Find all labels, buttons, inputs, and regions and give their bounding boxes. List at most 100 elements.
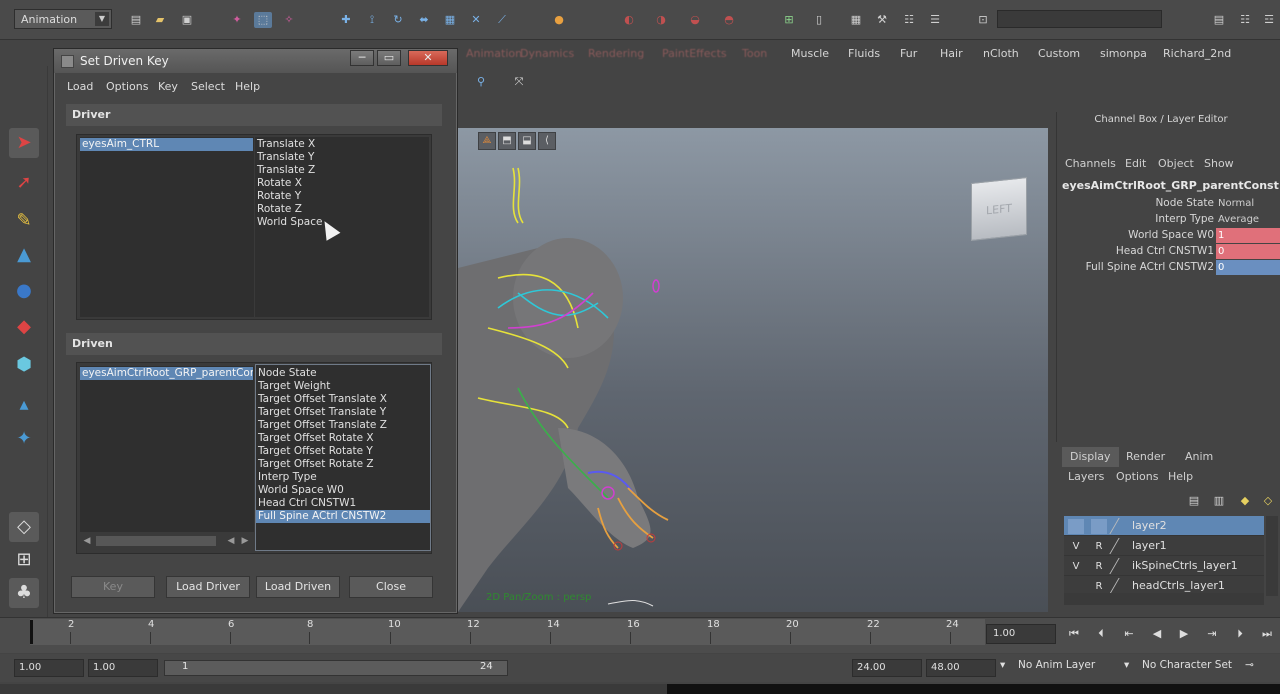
- render-settings-icon[interactable]: ◑: [652, 12, 670, 28]
- channel-row[interactable]: Full Spine ACtrl CNSTW2 0: [1062, 260, 1280, 276]
- wireframe-icon[interactable]: ⬒: [498, 132, 516, 150]
- layer-move-down-icon[interactable]: ◇: [1259, 493, 1277, 509]
- tab-render[interactable]: Render: [1118, 447, 1173, 467]
- attribute-editor-icon[interactable]: ▯: [810, 12, 828, 28]
- channel-box-icon[interactable]: ☷: [900, 12, 918, 28]
- new-scene-icon[interactable]: ▤: [127, 12, 145, 28]
- shelf-tab-custom[interactable]: Custom: [1038, 47, 1080, 60]
- chevron-down-icon[interactable]: ▾: [1000, 659, 1005, 671]
- layer-reference-toggle[interactable]: R: [1091, 579, 1107, 594]
- menu-help[interactable]: Help: [1168, 470, 1193, 483]
- shelf-tab-hair[interactable]: Hair: [940, 47, 963, 60]
- driver-attribute-item[interactable]: Rotate Y: [255, 190, 301, 203]
- step-forward-key-icon[interactable]: ⇥: [1202, 626, 1222, 642]
- outliner-pane-icon[interactable]: ♣: [9, 578, 39, 608]
- key-button[interactable]: Key: [71, 576, 155, 598]
- driver-attribute-item[interactable]: Rotate X: [255, 177, 302, 190]
- driver-attribute-list[interactable]: Translate X Translate Y Translate Z Rota…: [255, 137, 429, 317]
- viewport-persp[interactable]: [458, 128, 1048, 613]
- layer-row[interactable]: layer2: [1064, 516, 1264, 536]
- lasso-tool-icon[interactable]: ➚: [9, 168, 39, 198]
- shelf-joint-icon[interactable]: ⤧: [510, 74, 528, 90]
- snap-point-icon[interactable]: ↻: [389, 12, 407, 28]
- render-icon[interactable]: ●: [550, 12, 568, 28]
- open-scene-icon[interactable]: ▰: [151, 12, 169, 28]
- single-pane-icon[interactable]: ◇: [9, 512, 39, 542]
- driven-attribute-item[interactable]: Target Offset Translate X: [256, 393, 387, 406]
- scroll-left-icon[interactable]: ◀: [80, 534, 94, 548]
- step-forward-frame-icon[interactable]: ⏵: [1230, 626, 1250, 642]
- driven-attribute-item[interactable]: Interp Type: [256, 471, 317, 484]
- current-time-marker[interactable]: [30, 620, 33, 644]
- quick-select-icon[interactable]: ⊡: [974, 12, 992, 28]
- menu-options[interactable]: Options: [1116, 470, 1158, 483]
- layer-color-swatch[interactable]: [1109, 518, 1133, 534]
- layer-color-swatch[interactable]: [1109, 558, 1133, 574]
- play-backward-icon[interactable]: ◀: [1147, 626, 1167, 642]
- manipulator-icon[interactable]: ⬢: [9, 350, 39, 380]
- current-frame-field[interactable]: 1.00: [986, 624, 1056, 644]
- tool-settings-icon[interactable]: ⚒: [873, 12, 891, 28]
- scene-end-field[interactable]: 48.00: [926, 659, 996, 677]
- shelf-tab-richard-2nd[interactable]: Richard_2nd: [1163, 47, 1231, 60]
- snap-grid-icon[interactable]: ✚: [337, 12, 355, 28]
- driver-object-item[interactable]: eyesAim_CTRL: [80, 138, 253, 151]
- anim-layer-select[interactable]: No Anim Layer: [1018, 659, 1095, 671]
- chevron-down-icon[interactable]: ▾: [1124, 659, 1129, 671]
- driven-attribute-item[interactable]: Target Offset Rotate Y: [256, 445, 373, 458]
- playback-end-field[interactable]: 24.00: [852, 659, 922, 677]
- select-tool-icon[interactable]: ➤: [9, 128, 39, 158]
- driven-object-item[interactable]: eyesAimCtrlRoot_GRP_parentConst: [80, 367, 253, 380]
- quick-select-field[interactable]: [997, 10, 1162, 28]
- character-set-select[interactable]: No Character Set: [1142, 659, 1232, 671]
- playback-start-field[interactable]: 1.00: [88, 659, 158, 677]
- select-component-icon[interactable]: ✧: [280, 12, 298, 28]
- shelf-tab-fluids[interactable]: Fluids: [848, 47, 880, 60]
- command-line[interactable]: [0, 684, 667, 694]
- play-forward-icon[interactable]: ▶: [1174, 626, 1194, 642]
- move-tool-icon[interactable]: ▲: [9, 240, 39, 270]
- driven-attribute-item[interactable]: Target Offset Translate Z: [256, 419, 387, 432]
- close-button[interactable]: Close: [349, 576, 433, 598]
- driver-object-list[interactable]: eyesAim_CTRL: [80, 137, 254, 317]
- scrollbar-thumb[interactable]: [96, 536, 216, 546]
- shelf-tab-animation[interactable]: Animation: [466, 47, 522, 60]
- layer-color-swatch[interactable]: [1109, 578, 1133, 594]
- driven-object-h-scrollbar[interactable]: ◀ ◀ ▶: [80, 534, 254, 548]
- driver-attribute-item[interactable]: Translate Z: [255, 164, 315, 177]
- camera-attributes-icon[interactable]: ⟁: [478, 132, 496, 150]
- layer-visibility-toggle[interactable]: [1068, 579, 1084, 594]
- sidebar-toggle-icon[interactable]: ⊞: [780, 12, 798, 28]
- driver-attribute-item[interactable]: Translate Y: [255, 151, 314, 164]
- shelf-tab-dynamics[interactable]: Dynamics: [520, 47, 574, 60]
- channel-row[interactable]: Head Ctrl CNSTW1 0: [1062, 244, 1280, 260]
- minimize-icon[interactable]: ─: [350, 50, 374, 66]
- channel-value[interactable]: 0: [1216, 260, 1280, 275]
- close-window-icon[interactable]: ✕: [408, 50, 448, 66]
- snap-curve-icon[interactable]: ⟟: [363, 12, 381, 28]
- driven-attribute-item[interactable]: World Space W0: [256, 484, 344, 497]
- isolate-select-icon[interactable]: ⟨: [538, 132, 556, 150]
- input-ops-icon[interactable]: ⟋: [493, 12, 511, 28]
- channel-box-node-name[interactable]: eyesAimCtrlRoot_GRP_parentConst...: [1062, 179, 1280, 192]
- shelf-tab-muscle[interactable]: Muscle: [791, 47, 829, 60]
- layer-list-h-scrollbar[interactable]: [1064, 593, 1264, 605]
- new-layer-selected-icon[interactable]: ▥: [1210, 493, 1228, 509]
- shelf-tab-rendering[interactable]: Rendering: [588, 47, 644, 60]
- shelf-ik-icon[interactable]: ⚲: [472, 74, 490, 90]
- layer-row[interactable]: V R layer1: [1064, 536, 1264, 556]
- clapper-icon[interactable]: ▦: [847, 12, 865, 28]
- render-view-icon[interactable]: ◓: [720, 12, 738, 28]
- driver-attribute-item[interactable]: Rotate Z: [255, 203, 302, 216]
- save-scene-icon[interactable]: ▣: [178, 12, 196, 28]
- load-driver-button[interactable]: Load Driver: [166, 576, 250, 598]
- driver-section-header[interactable]: Driver: [66, 104, 442, 126]
- mode-select[interactable]: Animation ▼: [14, 9, 112, 29]
- smooth-shade-icon[interactable]: ⬓: [518, 132, 536, 150]
- menu-key[interactable]: Key: [158, 80, 178, 93]
- maximize-icon[interactable]: ▭: [377, 50, 401, 66]
- outliner-icon[interactable]: ☷: [1236, 12, 1254, 28]
- layer-move-up-icon[interactable]: ◆: [1236, 493, 1254, 509]
- scroll-right-icon[interactable]: ▶: [238, 534, 252, 548]
- rotate-tool-icon[interactable]: ●: [9, 276, 39, 306]
